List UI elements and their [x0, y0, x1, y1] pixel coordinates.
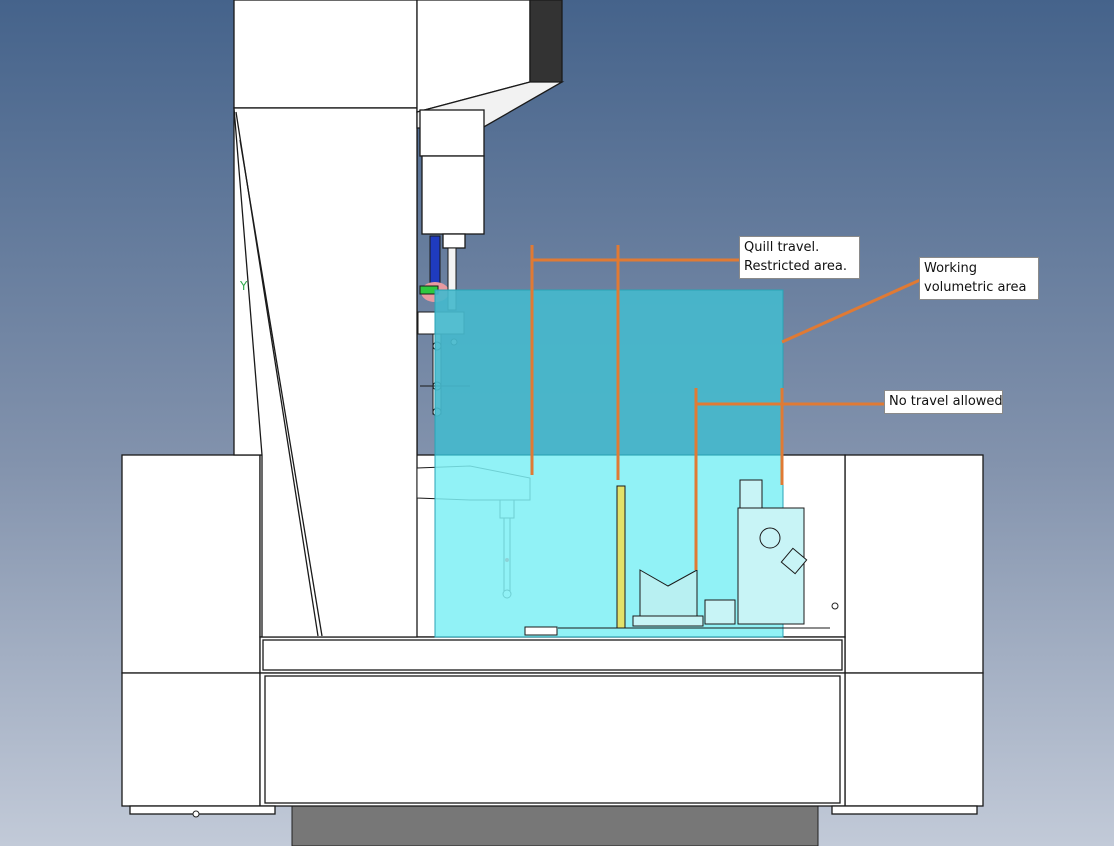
callout-no-travel: No travel allowed [884, 390, 1003, 414]
diagram-canvas: Y Quill travel. Restricted area. Working… [0, 0, 1114, 847]
machine-column [233, 0, 418, 638]
y-axis-label: Y [240, 279, 248, 293]
callout-working-volume-line2: volumetric area [924, 280, 1027, 295]
callout-no-travel-line1: No travel allowed [889, 394, 1003, 409]
callout-quill-travel-line1: Quill travel. [744, 240, 820, 255]
callout-working-volume: Working volumetric area [919, 257, 1039, 300]
working-volume [434, 289, 784, 638]
callout-quill-travel-line2: Restricted area. [744, 259, 848, 274]
machine-foot [291, 805, 819, 847]
machine-drawing [0, 0, 1114, 847]
callout-quill-travel: Quill travel. Restricted area. [739, 236, 860, 279]
callout-working-volume-line1: Working [924, 261, 978, 276]
